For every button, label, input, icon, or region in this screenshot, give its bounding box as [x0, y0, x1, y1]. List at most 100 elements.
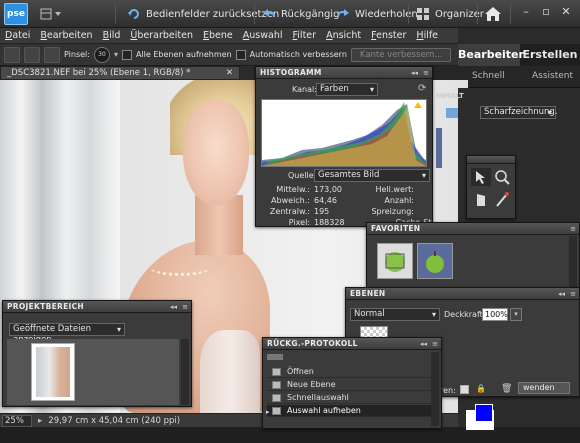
refine-edge-button[interactable]: Kante verbessern...	[350, 47, 452, 62]
opacity-input[interactable]: 100%	[482, 308, 508, 321]
zoom-tool-icon	[495, 170, 507, 182]
menu-filter[interactable]: Filter	[288, 30, 322, 41]
undo-button[interactable]: Rückgängig	[262, 0, 339, 28]
lock-transparent-icon[interactable]	[460, 385, 469, 394]
snapshot-thumbnail	[267, 354, 283, 360]
project-thumbnail[interactable]	[31, 343, 75, 401]
opacity-label: Deckkraft:	[444, 310, 486, 319]
history-item[interactable]: Öffnen	[267, 366, 431, 378]
collapse-icon[interactable]: ◂◂	[420, 338, 427, 350]
brush-size-picker[interactable]: 30	[93, 46, 110, 63]
thumbnail-image	[36, 347, 70, 397]
mean-label: Mittelw.:	[276, 185, 310, 194]
status-arrow-icon: ▸	[38, 415, 43, 426]
source-label: Quelle:	[288, 171, 317, 180]
menu-ueberarbeiten[interactable]: Überarbeiten	[125, 30, 198, 41]
separator	[115, 4, 116, 24]
panel-menu-icon[interactable]: ≡	[570, 223, 576, 235]
source-dropdown[interactable]: Gesamtes Bild	[314, 169, 430, 182]
layers-action-button[interactable]: wenden	[518, 382, 570, 394]
zoom-field[interactable]: 25%	[2, 414, 32, 427]
tab-assistant[interactable]: Assistent	[532, 71, 573, 81]
add-to-selection-icon[interactable]	[24, 46, 40, 63]
tool-options-bar: Pinsel: 30 ▾ Alle Ebenen aufnehmen Autom…	[0, 44, 458, 66]
brush-label: Pinsel:	[64, 50, 90, 59]
menu-auswahl[interactable]: Auswahl	[238, 30, 288, 41]
menu-fenster[interactable]: Fenster	[366, 30, 411, 41]
blend-mode-dropdown[interactable]: Normal	[350, 308, 440, 321]
collapse-icon[interactable]: ◂◂	[411, 67, 418, 79]
history-state-marker-icon: ▸	[266, 408, 270, 416]
home-icon[interactable]	[484, 6, 502, 22]
app-logo: pse	[4, 3, 28, 25]
history-item-active[interactable]: Auswahl aufheben	[267, 405, 431, 417]
menu-datei[interactable]: Datei	[0, 30, 35, 41]
project-bin-area	[7, 339, 179, 405]
tab-quick[interactable]: Schnell	[472, 71, 505, 81]
close-tab-icon[interactable]: ✕	[226, 67, 233, 79]
reset-panels-button[interactable]: Bedienfelder zurücksetzen	[127, 0, 279, 28]
photo-face	[183, 100, 249, 205]
eyedropper-tool-icon	[496, 193, 508, 207]
favorites-title: FAVORITEN	[367, 223, 579, 235]
favorite-item-2[interactable]	[417, 243, 453, 279]
trash-icon[interactable]: 🗑	[501, 384, 512, 394]
history-item-label: Schnellauswahl	[287, 393, 349, 402]
subtract-from-selection-icon[interactable]	[44, 46, 60, 63]
workspace-menu-icon[interactable]	[40, 8, 64, 20]
document-tab[interactable]: _DSC3821.NEF bei 25% (Ebene 1, RGB/8) * …	[0, 66, 240, 80]
history-step-icon	[272, 394, 281, 402]
project-bin-title: PROJEKTBEREICH	[3, 301, 191, 313]
content-view-icon[interactable]	[446, 108, 458, 118]
photo-dress	[200, 330, 260, 413]
panel-menu-icon[interactable]: ≡	[182, 301, 188, 313]
chevron-down-icon[interactable]: ▾	[114, 50, 118, 59]
redo-button[interactable]: Wiederholen	[336, 0, 418, 28]
organizer-button[interactable]: Organizer	[416, 0, 484, 28]
tab-edit[interactable]: Bearbeiten	[458, 44, 526, 66]
content-filter-dropdown[interactable]: Scharfzeichnung.	[480, 106, 558, 119]
panel-menu-icon[interactable]: ≡	[570, 288, 576, 300]
pixel-label: Pixel:	[288, 218, 310, 227]
tab-create[interactable]: Erstellen	[520, 44, 580, 66]
menu-bearbeiten[interactable]: Bearbeiten	[35, 30, 97, 41]
history-item[interactable]: Schnellauswahl	[267, 392, 431, 404]
organizer-icon	[416, 7, 430, 21]
mode-tabs: Bearbeiten Erstellen	[458, 44, 580, 66]
separator	[510, 4, 511, 24]
favorites-scrollbar[interactable]	[569, 236, 577, 292]
menu-bild[interactable]: Bild	[98, 30, 126, 41]
auto-enhance-checkbox[interactable]	[235, 49, 246, 60]
collapse-icon[interactable]: ◂◂	[558, 288, 565, 300]
menu-hilfe[interactable]: Hilfe	[411, 30, 443, 41]
channel-dropdown[interactable]: Farben	[316, 83, 378, 96]
refresh-icon[interactable]: ⟳	[418, 83, 430, 95]
history-item[interactable]: Neue Ebene	[267, 379, 431, 391]
panel-menu-icon[interactable]: ≡	[432, 338, 438, 350]
panel-menu-icon[interactable]: ≡	[423, 67, 429, 79]
sample-all-layers-checkbox[interactable]	[121, 49, 132, 60]
history-item-label: Öffnen	[287, 367, 314, 376]
favorite-item-1[interactable]	[377, 243, 413, 279]
histogram-title: HISTOGRAMM	[256, 67, 432, 79]
favorites-panel: FAVORITEN ≡	[366, 222, 580, 294]
show-files-dropdown[interactable]: Geöffnete Dateien anzeigen	[9, 323, 125, 345]
collapse-icon[interactable]: ◂◂	[170, 301, 177, 313]
content-panel-title: INHALT	[436, 92, 464, 100]
minimize-icon[interactable]: –	[518, 4, 534, 20]
foreground-color-swatch[interactable]	[475, 404, 493, 422]
project-bin-panel: PROJEKTBEREICH ◂◂ ≡ Geöffnete Dateien an…	[2, 300, 192, 407]
menu-ansicht[interactable]: Ansicht	[321, 30, 366, 41]
opacity-slider-button[interactable]: ▾	[510, 308, 522, 321]
undo-history-scrollbar[interactable]	[431, 352, 439, 426]
separator	[477, 4, 478, 24]
undo-label: Rückgängig	[281, 8, 340, 20]
menu-ebene[interactable]: Ebene	[198, 30, 238, 41]
close-icon[interactable]: ✕	[558, 4, 574, 20]
reset-panels-label: Bedienfelder zurücksetzen	[146, 8, 280, 20]
maximize-icon[interactable]: ▫	[538, 4, 554, 20]
lock-icon[interactable]: 🔒	[476, 384, 486, 394]
quick-selection-tool-icon[interactable]	[4, 46, 20, 63]
project-bin-scrollbar[interactable]	[181, 339, 189, 405]
history-step-icon	[272, 381, 281, 389]
